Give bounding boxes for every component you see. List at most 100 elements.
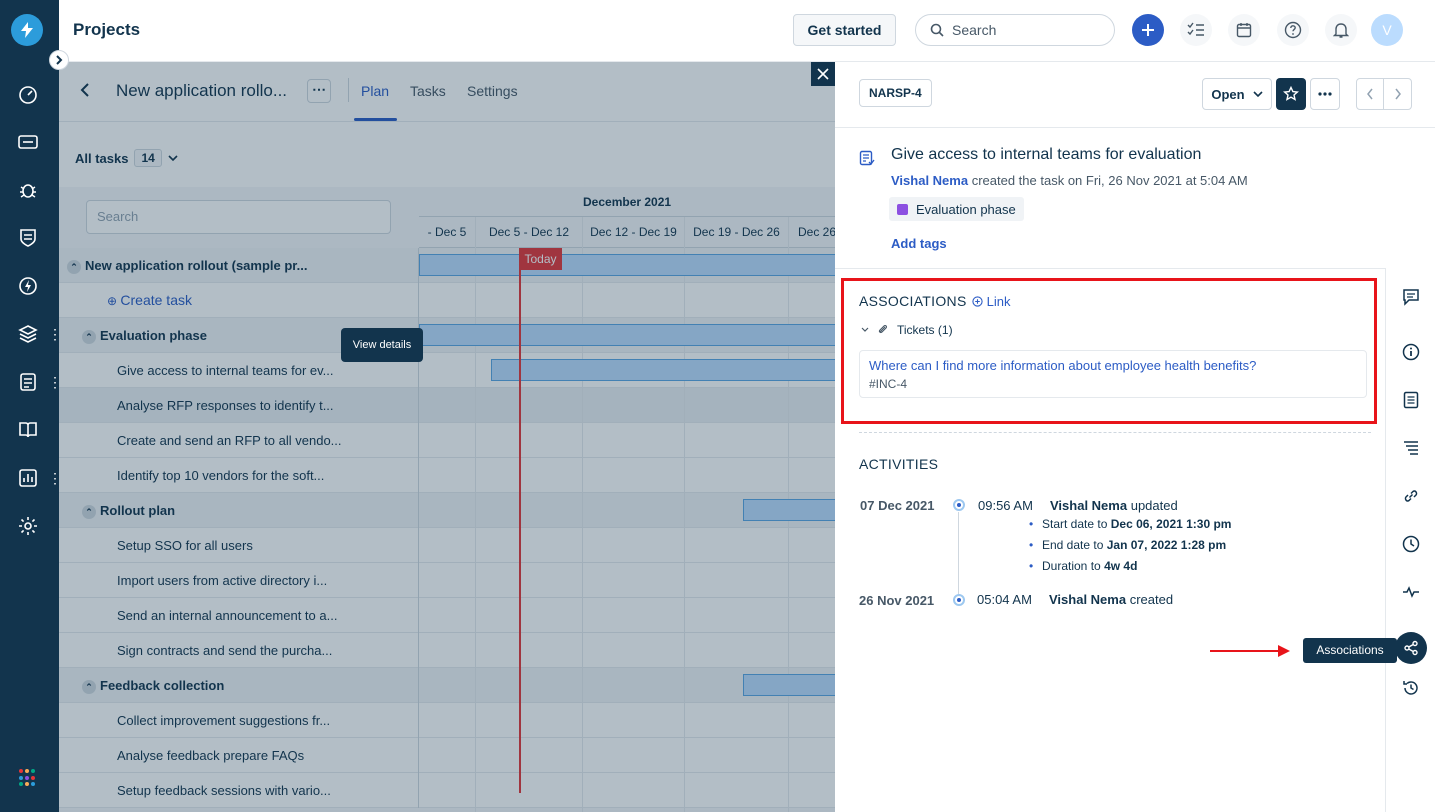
todo-checklist-icon[interactable] bbox=[1180, 14, 1212, 46]
help-icon[interactable] bbox=[1277, 14, 1309, 46]
associations-share-icon[interactable] bbox=[1395, 632, 1427, 664]
timeline-dot bbox=[953, 499, 965, 511]
more-options-icon[interactable]: ⋮ bbox=[48, 374, 62, 390]
status-label: Open bbox=[1211, 86, 1245, 102]
global-search-input[interactable]: Search bbox=[915, 14, 1115, 46]
next-task-button[interactable] bbox=[1384, 79, 1411, 109]
subtasks-icon[interactable] bbox=[1401, 438, 1421, 458]
app-switcher-icon[interactable] bbox=[19, 769, 37, 787]
activity-pulse-icon[interactable] bbox=[1401, 582, 1421, 602]
link-label: Link bbox=[986, 294, 1011, 309]
search-placeholder: Search bbox=[952, 22, 997, 38]
changes-shield-icon[interactable] bbox=[14, 224, 42, 252]
link-icon[interactable] bbox=[1401, 486, 1421, 506]
collapse-nav-button[interactable] bbox=[49, 50, 69, 70]
assets-layers-icon[interactable] bbox=[14, 320, 42, 348]
activities-title: ACTIVITIES bbox=[859, 456, 939, 472]
new-item-plus-button[interactable] bbox=[1132, 14, 1164, 46]
timeline-dot bbox=[953, 594, 965, 606]
change-value: Dec 06, 2021 1:30 pm bbox=[1110, 517, 1232, 531]
reports-chart-icon[interactable] bbox=[14, 464, 42, 492]
chevron-left-icon bbox=[1367, 88, 1373, 100]
status-dropdown[interactable]: Open bbox=[1202, 78, 1272, 110]
prev-next-nav bbox=[1356, 78, 1412, 110]
panel-header: NARSP-4 Open bbox=[835, 62, 1435, 128]
activity-date: 26 Nov 2021 bbox=[859, 593, 935, 608]
task-title: Give access to internal teams for evalua… bbox=[891, 146, 1202, 163]
projects-icon[interactable] bbox=[14, 368, 42, 396]
change-to: to bbox=[1097, 517, 1108, 531]
change-to: to bbox=[1093, 538, 1104, 552]
time-clock-icon[interactable] bbox=[1401, 534, 1421, 554]
app-root: ⋮ ⋮ ⋮ Projects Get started Search V New … bbox=[0, 0, 1435, 812]
phase-chip[interactable]: Evaluation phase bbox=[889, 197, 1024, 221]
change-value: Jan 07, 2022 1:28 pm bbox=[1106, 538, 1227, 552]
left-nav: ⋮ ⋮ ⋮ bbox=[0, 0, 69, 812]
top-header: Projects Get started Search V bbox=[59, 0, 1435, 62]
activity-time: 09:56 AM bbox=[978, 498, 1033, 513]
more-options-icon[interactable]: ⋮ bbox=[48, 470, 62, 486]
phase-icon bbox=[897, 203, 908, 215]
change-field: Start date bbox=[1042, 517, 1095, 531]
chevron-down-icon bbox=[861, 327, 869, 332]
solutions-book-icon[interactable] bbox=[14, 416, 42, 444]
more-actions-button[interactable] bbox=[1310, 78, 1340, 110]
task-id-badge: NARSP-4 bbox=[859, 79, 932, 107]
close-icon bbox=[817, 68, 829, 80]
tickets-icon[interactable] bbox=[14, 128, 42, 156]
change-to: to bbox=[1090, 559, 1101, 573]
ticket-title-link[interactable]: Where can I find more information about … bbox=[869, 358, 1357, 373]
modal-backdrop[interactable] bbox=[59, 62, 835, 812]
activity-change: Duration to 4w 4d bbox=[1029, 559, 1137, 573]
activity-text: Vishal Nema updated bbox=[1050, 498, 1178, 513]
conversation-icon[interactable] bbox=[1401, 287, 1421, 307]
created-text: created the task on Fri, 26 Nov 2021 at … bbox=[968, 173, 1248, 188]
close-panel-button[interactable] bbox=[811, 62, 835, 86]
more-options-icon[interactable]: ⋮ bbox=[48, 326, 62, 342]
add-tags-link[interactable]: Add tags bbox=[891, 236, 947, 251]
more-horizontal-icon bbox=[1318, 92, 1332, 96]
star-button[interactable] bbox=[1276, 78, 1306, 110]
divider bbox=[859, 432, 1371, 433]
problems-bug-icon[interactable] bbox=[14, 176, 42, 204]
activity-text: Vishal Nema created bbox=[1049, 592, 1173, 607]
dashboard-icon[interactable] bbox=[14, 81, 42, 109]
view-details-tooltip[interactable]: View details bbox=[341, 328, 423, 362]
change-field: Duration bbox=[1042, 559, 1088, 573]
paperclip-icon bbox=[878, 324, 888, 334]
previous-task-button[interactable] bbox=[1357, 79, 1385, 109]
link-association-button[interactable]: Link bbox=[972, 294, 1010, 309]
timeline-line bbox=[958, 512, 959, 594]
tickets-group-toggle[interactable]: Tickets (1) bbox=[861, 323, 953, 337]
page-title: Projects bbox=[73, 20, 141, 39]
releases-bolt-icon[interactable] bbox=[14, 272, 42, 300]
activity-action: created bbox=[1129, 592, 1174, 607]
associated-ticket-card[interactable]: Where can I find more information about … bbox=[859, 350, 1367, 398]
activity-change: Start date to Dec 06, 2021 1:30 pm bbox=[1029, 517, 1232, 531]
panel-icon-rail bbox=[1385, 268, 1435, 812]
admin-gear-icon[interactable] bbox=[14, 512, 42, 540]
notifications-bell-icon[interactable] bbox=[1325, 14, 1357, 46]
activity-user: Vishal Nema bbox=[1049, 592, 1127, 607]
associations-title: ASSOCIATIONS bbox=[859, 293, 967, 309]
chevron-down-icon bbox=[1253, 91, 1263, 98]
creator-link[interactable]: Vishal Nema bbox=[891, 173, 968, 188]
calendar-icon[interactable] bbox=[1228, 14, 1260, 46]
associations-tooltip: Associations bbox=[1303, 638, 1397, 663]
change-field: End date bbox=[1042, 538, 1091, 552]
plus-circle-icon bbox=[972, 296, 983, 307]
divider bbox=[835, 268, 1435, 269]
ticket-id: #INC-4 bbox=[869, 377, 908, 391]
star-icon bbox=[1283, 86, 1299, 101]
get-started-button[interactable]: Get started bbox=[793, 14, 896, 46]
activity-user: Vishal Nema bbox=[1050, 498, 1128, 513]
notes-icon[interactable] bbox=[1401, 390, 1421, 410]
freshservice-logo[interactable] bbox=[11, 14, 43, 46]
tickets-label: Tickets (1) bbox=[897, 323, 953, 337]
user-avatar[interactable]: V bbox=[1371, 14, 1403, 46]
activity-date: 07 Dec 2021 bbox=[860, 498, 935, 513]
activity-change: End date to Jan 07, 2022 1:28 pm bbox=[1029, 538, 1227, 552]
info-icon[interactable] bbox=[1401, 342, 1421, 362]
history-icon[interactable] bbox=[1401, 678, 1421, 698]
phase-label: Evaluation phase bbox=[916, 201, 1016, 217]
